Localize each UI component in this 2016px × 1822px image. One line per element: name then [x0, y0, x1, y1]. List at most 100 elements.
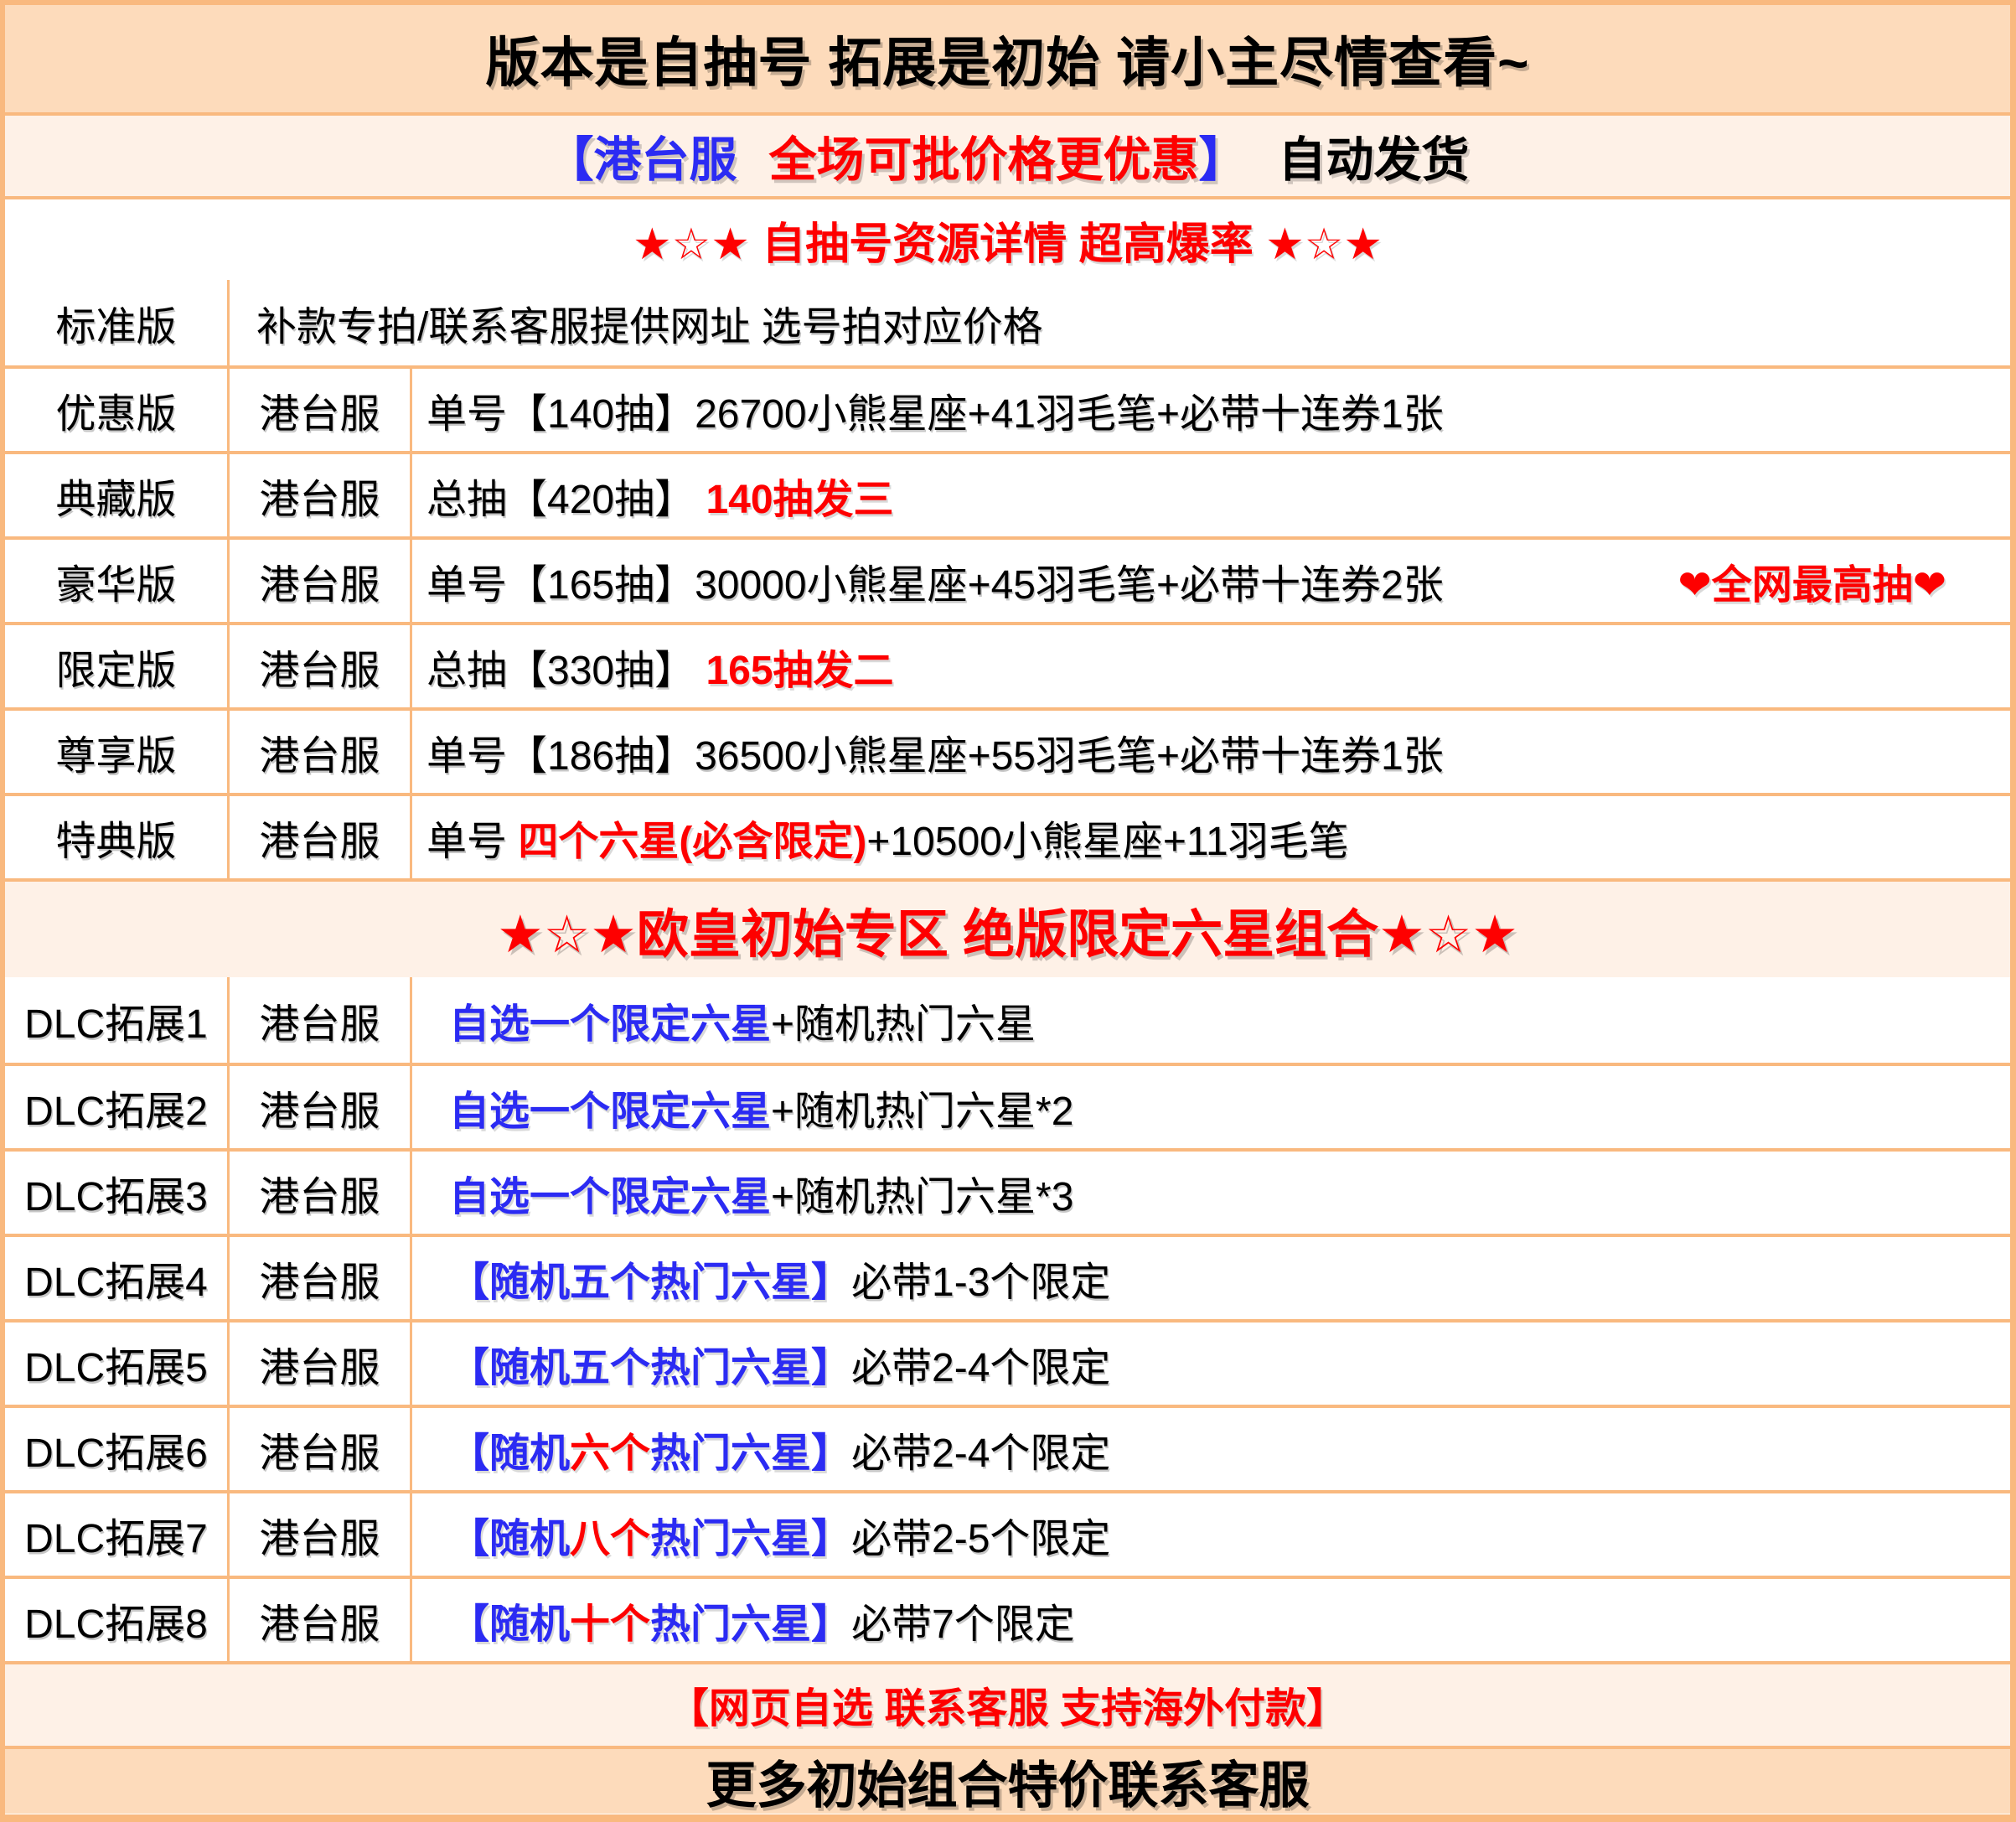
server-cell: 港台服 [227, 711, 410, 793]
subtitle-banner: 【港台服 全场可批价格更优惠 】 自动发货 [5, 112, 2010, 196]
description-segment: 补款专拍/联系客服提供网址 选号拍对应价格 [256, 293, 1043, 352]
version-cell: DLC拓展8 [5, 1579, 227, 1661]
description-cell: 单号【186抽】36500小熊星座+55羽毛笔+必带十连券1张 [410, 711, 2010, 793]
description-cell: 【随机六个热门六星】必带2-4个限定 [410, 1408, 2010, 1490]
version-cell: 优惠版 [5, 369, 227, 451]
description-segment: 自选一个限定六星 [449, 991, 771, 1049]
description-cell: 【随机八个热门六星】必带2-5个限定 [410, 1493, 2010, 1576]
version-cell: 典藏版 [5, 454, 227, 536]
description-cell: 【随机五个热门六星】必带1-3个限定 [410, 1237, 2010, 1319]
version-cell: DLC拓展5 [5, 1323, 227, 1405]
version-cell: 尊享版 [5, 711, 227, 793]
subtitle-bracket-open: 【港台服 [546, 122, 737, 190]
description-segment: 必带2-4个限定 [851, 1420, 1110, 1478]
description-cell: 总抽【420抽】 140抽发三 [410, 454, 2010, 536]
server-cell: 港台服 [227, 1408, 410, 1490]
table-row: 标准版补款专拍/联系客服提供网址 选号拍对应价格 [5, 280, 2010, 365]
table-row: 限定版港台服总抽【330抽】 165抽发二 [5, 622, 2010, 707]
description-segment: 【随机 [449, 1420, 570, 1478]
description-segment: +随机热门六星*2 [771, 1078, 1073, 1136]
description-segment: 十个 [570, 1591, 650, 1649]
description-cell: 自选一个限定六星+随机热门六星 [410, 977, 2010, 1063]
description-cell: 单号【165抽】30000小熊星座+45羽毛笔+必带十连券2张 ❤全网最高抽❤ [410, 540, 2010, 622]
description-segment: 【随机 [449, 1591, 570, 1649]
description-segment: 单号 [426, 808, 518, 867]
server-cell: 港台服 [227, 977, 410, 1063]
table-row: DLC拓展7港台服【随机八个热门六星】必带2-5个限定 [5, 1490, 2010, 1576]
description-cell: 单号 四个六星(必含限定)+10500小熊星座+11羽毛笔 [410, 796, 2010, 878]
version-cell: DLC拓展2 [5, 1066, 227, 1148]
table-row: DLC拓展4港台服【随机五个热门六星】必带1-3个限定 [5, 1234, 2010, 1319]
footer-payment-banner: 【网页自选 联系客服 支持海外付款】 [5, 1661, 2010, 1746]
description-segment: 热门六星】 [650, 1591, 851, 1649]
dlc-rows-section: DLC拓展1港台服自选一个限定六星+随机热门六星DLC拓展2港台服自选一个限定六… [5, 977, 2010, 1661]
table-row: 特典版港台服单号 四个六星(必含限定)+10500小熊星座+11羽毛笔 [5, 793, 2010, 878]
description-cell: 补款专拍/联系客服提供网址 选号拍对应价格 [227, 280, 2010, 365]
server-cell: 港台服 [227, 1066, 410, 1148]
description-cell: 单号【140抽】26700小熊星座+41羽毛笔+必带十连券1张 [410, 369, 2010, 451]
description-segment: +10500小熊星座+11羽毛笔 [866, 808, 1348, 867]
description-segment: 必带2-4个限定 [851, 1334, 1110, 1393]
version-cell: 豪华版 [5, 540, 227, 622]
server-cell: 港台服 [227, 1152, 410, 1234]
dlc-section-header: ★☆★欧皇初始专区 绝版限定六星组合★☆★ [5, 878, 2010, 977]
server-cell: 港台服 [227, 540, 410, 622]
description-segment: 单号【165抽】30000小熊星座+45羽毛笔+必带十连券2张 [426, 551, 1444, 610]
version-cell: DLC拓展3 [5, 1152, 227, 1234]
version-cell: DLC拓展6 [5, 1408, 227, 1490]
description-segment: 【随机五个热门六星】 [449, 1334, 851, 1393]
description-cell: 自选一个限定六星+随机热门六星*2 [410, 1066, 2010, 1148]
table-row: DLC拓展8港台服【随机十个热门六星】必带7个限定 [5, 1576, 2010, 1661]
version-cell: DLC拓展4 [5, 1237, 227, 1319]
description-segment: 四个六星(必含限定) [518, 808, 866, 867]
description-segment: 八个 [570, 1505, 650, 1564]
version-cell: DLC拓展1 [5, 977, 227, 1063]
description-segment: 热门六星】 [650, 1505, 851, 1564]
subtitle-shipping: 自动发货 [1279, 122, 1470, 190]
table-row: DLC拓展3港台服自选一个限定六星+随机热门六星*3 [5, 1148, 2010, 1234]
description-segment: 总抽【420抽】 [426, 466, 706, 525]
table-row: DLC拓展6港台服【随机六个热门六星】必带2-4个限定 [5, 1405, 2010, 1490]
subtitle-promo: 全场可批价格更优惠 [769, 122, 1199, 190]
description-segment: 【随机五个热门六星】 [449, 1249, 851, 1307]
description-cell: 总抽【330抽】 165抽发二 [410, 625, 2010, 707]
description-segment: +随机热门六星 [771, 991, 1036, 1049]
description-segment: 单号【140抽】26700小熊星座+41羽毛笔+必带十连券1张 [426, 380, 1444, 439]
product-rows-section: 标准版补款专拍/联系客服提供网址 选号拍对应价格优惠版港台服单号【140抽】26… [5, 280, 2010, 878]
table-row: 优惠版港台服单号【140抽】26700小熊星座+41羽毛笔+必带十连券1张 [5, 365, 2010, 451]
server-cell: 港台服 [227, 1493, 410, 1576]
description-segment: ❤全网最高抽❤ [1678, 551, 2002, 610]
version-cell: 特典版 [5, 796, 227, 878]
server-cell: 港台服 [227, 796, 410, 878]
server-cell: 港台服 [227, 625, 410, 707]
table-row: 豪华版港台服单号【165抽】30000小熊星座+45羽毛笔+必带十连券2张 ❤全网… [5, 536, 2010, 622]
description-segment: 总抽【330抽】 [426, 637, 706, 696]
server-cell: 港台服 [227, 369, 410, 451]
table-row: DLC拓展5港台服【随机五个热门六星】必带2-4个限定 [5, 1319, 2010, 1405]
listing-table: 版本是自抽号 拓展是初始 请小主尽情查看~ 【港台服 全场可批价格更优惠 】 自… [0, 0, 2016, 1822]
stars-banner: ★☆★ 自抽号资源详情 超高爆率 ★☆★ [5, 196, 2010, 280]
server-cell: 港台服 [227, 1323, 410, 1405]
server-cell: 港台服 [227, 454, 410, 536]
description-segment: 165抽发二 [706, 637, 893, 696]
description-segment: 六个 [570, 1420, 650, 1478]
version-cell: 标准版 [5, 280, 227, 365]
description-cell: 【随机五个热门六星】必带2-4个限定 [410, 1323, 2010, 1405]
description-segment: 自选一个限定六星 [449, 1078, 771, 1136]
page-title: 版本是自抽号 拓展是初始 请小主尽情查看~ [5, 5, 2010, 112]
description-segment: 自选一个限定六星 [449, 1163, 771, 1222]
footer-contact-banner: 更多初始组合特价联系客服 [5, 1746, 2010, 1814]
table-row: 典藏版港台服总抽【420抽】 140抽发三 [5, 451, 2010, 536]
description-segment: +随机热门六星*3 [771, 1163, 1073, 1222]
description-segment: 必带7个限定 [851, 1591, 1075, 1649]
version-cell: DLC拓展7 [5, 1493, 227, 1576]
subtitle-bracket-close: 】 [1199, 122, 1247, 190]
description-cell: 自选一个限定六星+随机热门六星*3 [410, 1152, 2010, 1234]
description-segment: 必带1-3个限定 [851, 1249, 1110, 1307]
table-row: 尊享版港台服单号【186抽】36500小熊星座+55羽毛笔+必带十连券1张 [5, 707, 2010, 793]
description-segment: 必带2-5个限定 [851, 1505, 1110, 1564]
server-cell: 港台服 [227, 1579, 410, 1661]
description-segment: 140抽发三 [706, 466, 893, 525]
description-segment: 【随机 [449, 1505, 570, 1564]
table-row: DLC拓展2港台服自选一个限定六星+随机热门六星*2 [5, 1063, 2010, 1148]
